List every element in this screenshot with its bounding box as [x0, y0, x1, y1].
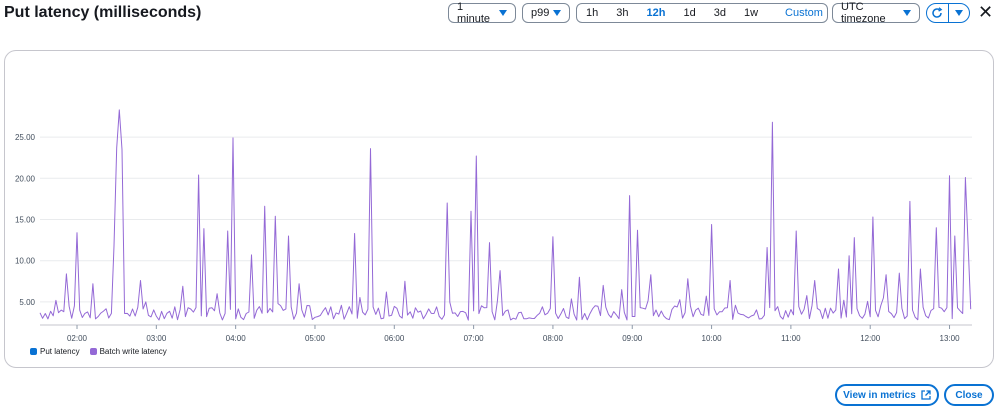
- y-tick-label: 15.00: [15, 216, 36, 225]
- x-tick-label: 03:00: [146, 334, 167, 343]
- x-tick-label: 10:00: [702, 334, 723, 343]
- legend-label: Put latency: [40, 347, 80, 356]
- close-button-label: Close: [955, 389, 983, 401]
- x-tick-label: 02:00: [67, 334, 88, 343]
- series-line-batch-write-latency: [39, 109, 972, 321]
- external-link-icon: [921, 390, 931, 400]
- legend-swatch: [89, 348, 97, 355]
- y-tick-label: 10.00: [15, 257, 36, 266]
- x-tick-label: 08:00: [543, 334, 564, 343]
- y-tick-label: 20.00: [15, 174, 36, 183]
- legend-swatch: [30, 348, 37, 355]
- chart-legend: Put latency Batch write latency: [30, 347, 167, 356]
- view-in-metrics-button[interactable]: View in metrics: [835, 384, 939, 406]
- legend-batch-write-latency[interactable]: Batch write latency: [89, 347, 167, 356]
- close-button[interactable]: Close: [944, 384, 994, 406]
- legend-label: Batch write latency: [99, 347, 167, 356]
- x-tick-label: 04:00: [226, 334, 247, 343]
- y-tick-label: 25.00: [15, 133, 36, 142]
- x-tick-label: 05:00: [305, 334, 326, 343]
- latency-chart: 5.00 10.00 15.00 20.00 25.00 02:00 03:00 04:00…: [15, 109, 972, 343]
- view-in-metrics-label: View in metrics: [843, 389, 916, 401]
- x-tick-label: 12:00: [860, 334, 881, 343]
- x-tick-label: 06:00: [384, 334, 405, 343]
- legend-put-latency[interactable]: Put latency: [30, 347, 80, 356]
- x-tick-label: 11:00: [781, 334, 801, 343]
- x-tick-label: 13:00: [940, 334, 961, 343]
- x-tick-label: 09:00: [622, 334, 643, 343]
- x-tick-label: 07:00: [464, 334, 485, 343]
- y-tick-label: 5.00: [19, 298, 35, 307]
